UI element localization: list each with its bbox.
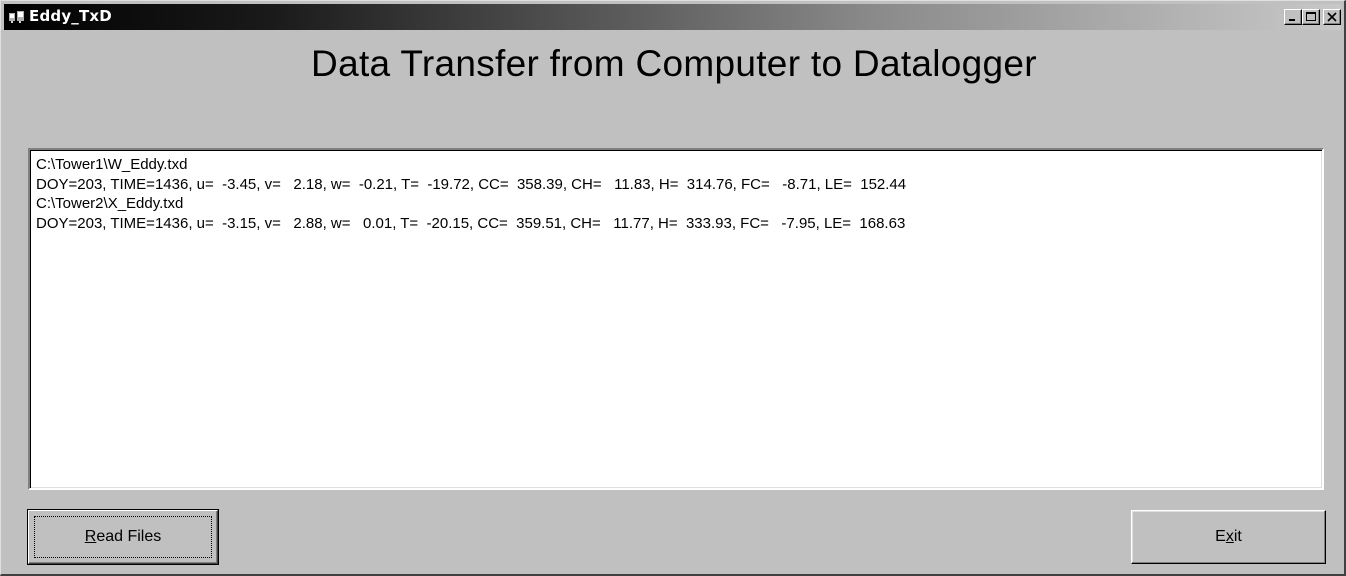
maximize-button[interactable]: [1302, 9, 1320, 25]
close-button[interactable]: [1323, 9, 1341, 25]
app-window: Eddy_TxD Data Transfer from Computer to …: [0, 0, 1346, 576]
read-files-button[interactable]: Read Files: [27, 509, 219, 565]
exit-label-first: E: [1215, 528, 1226, 545]
exit-mnemonic: x: [1225, 528, 1234, 545]
read-files-label-rest: ead Files: [96, 528, 162, 545]
output-textbox[interactable]: C:\Tower1\W_Eddy.txd DOY=203, TIME=1436,…: [28, 148, 1324, 490]
title-bar[interactable]: Eddy_TxD: [4, 4, 1341, 30]
close-icon: [1327, 12, 1337, 22]
output-line: C:\Tower2\X_Eddy.txd: [36, 195, 184, 212]
minimize-icon: [1289, 19, 1295, 21]
output-line: DOY=203, TIME=1436, u= -3.45, v= 2.18, w…: [36, 175, 907, 193]
exit-label-rest: it: [1233, 528, 1242, 545]
read-files-label: Read Files: [28, 528, 218, 546]
window-title: Eddy_TxD: [29, 7, 112, 25]
exit-label: Exit: [1132, 528, 1325, 546]
minimize-button[interactable]: [1284, 9, 1302, 25]
maximize-icon: [1306, 12, 1316, 21]
read-files-mnemonic: R: [84, 528, 97, 545]
page-heading: Data Transfer from Computer to Datalogge…: [311, 43, 1037, 84]
exit-button[interactable]: Exit: [1131, 510, 1326, 564]
output-line: C:\Tower1\W_Eddy.txd: [36, 156, 188, 173]
output-line: DOY=203, TIME=1436, u= -3.15, v= 2.88, w…: [36, 214, 906, 232]
app-icon: [9, 11, 24, 23]
